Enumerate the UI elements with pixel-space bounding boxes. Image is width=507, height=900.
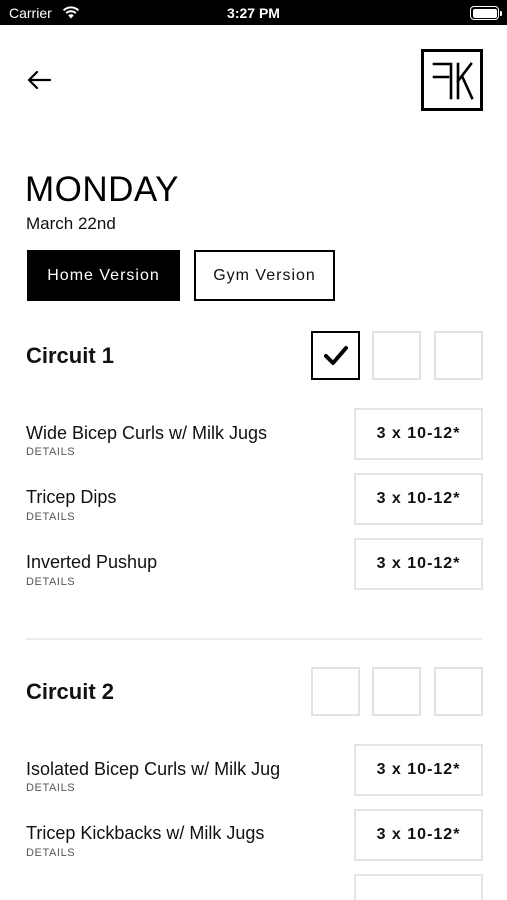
reps-box[interactable]: 3 x 10-12*	[354, 809, 483, 861]
exercise-name: Tricep Dips	[26, 487, 117, 507]
set-checkbox-3[interactable]	[434, 667, 483, 716]
reps-box[interactable]: 3 x 10-12*	[354, 744, 483, 796]
details-link[interactable]: DETAILS	[26, 782, 75, 794]
check-icon	[324, 346, 348, 365]
arrow-left-icon	[27, 70, 52, 90]
details-link[interactable]: DETAILS	[26, 847, 75, 859]
set-checkbox-3[interactable]	[434, 331, 483, 380]
gym-version-button[interactable]: Gym Version	[194, 250, 335, 301]
circuit-title: Circuit 2	[26, 679, 115, 704]
details-link[interactable]: DETAILS	[26, 446, 75, 458]
exercise-name: Inverted Pushup	[26, 552, 158, 572]
home-version-button[interactable]: Home Version	[27, 250, 180, 301]
battery-icon	[470, 6, 502, 20]
status-bar: Carrier 3:27 PM	[0, 0, 507, 25]
reps-box[interactable]: 3 x 10-12*	[354, 538, 483, 590]
exercise-name: Isolated Bicep Curls w/ Milk Jug	[26, 759, 281, 779]
details-link[interactable]: DETAILS	[26, 511, 75, 523]
fk-logo[interactable]	[421, 49, 483, 111]
page-title: MONDAY	[25, 170, 180, 209]
details-link[interactable]: DETAILS	[26, 576, 75, 588]
reps-box-partial[interactable]	[354, 874, 483, 900]
reps-box[interactable]: 3 x 10-12*	[354, 473, 483, 525]
set-checkbox-1[interactable]	[311, 331, 360, 380]
reps-box[interactable]: 3 x 10-12*	[354, 408, 483, 460]
set-checkbox-2[interactable]	[372, 667, 421, 716]
back-button[interactable]	[24, 66, 56, 94]
circuit-title: Circuit 1	[26, 343, 115, 368]
divider	[26, 638, 482, 640]
set-checkbox-1[interactable]	[311, 667, 360, 716]
workout-date: March 22nd	[26, 214, 116, 233]
set-checkbox-2[interactable]	[372, 331, 421, 380]
clock: 3:27 PM	[227, 5, 280, 21]
exercise-name: Wide Bicep Curls w/ Milk Jugs	[26, 423, 268, 443]
exercise-name: Tricep Kickbacks w/ Milk Jugs	[26, 823, 265, 843]
